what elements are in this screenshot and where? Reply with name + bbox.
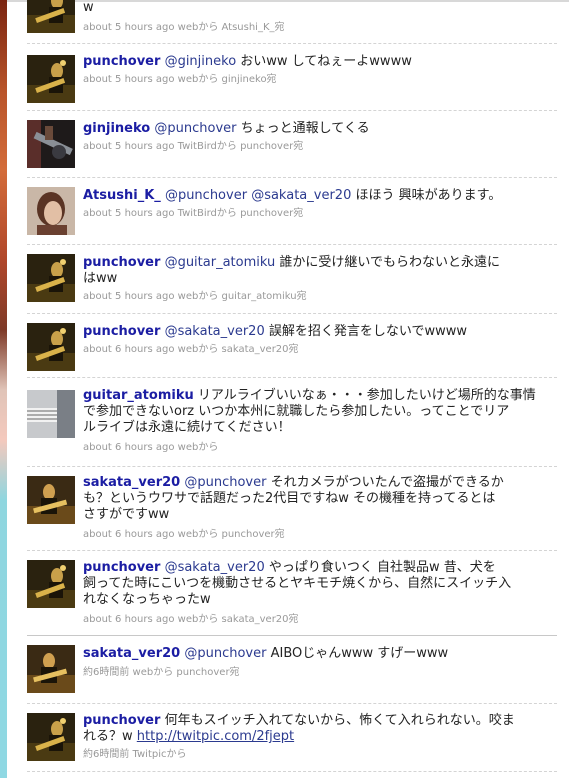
tweet-body: Atsushi_K_ @punchover @sakata_ver20 ほほう … bbox=[83, 188, 545, 204]
tweet-text: ほほう 興味があります。 bbox=[355, 188, 502, 203]
username-link[interactable]: ginjineko bbox=[83, 121, 150, 136]
guitarist-avatar-icon[interactable] bbox=[27, 476, 75, 524]
tweet-text: 誰かに受け継いでもらわないと永遠に bbox=[279, 255, 500, 270]
username-link[interactable]: punchover bbox=[83, 560, 160, 575]
tweet-text: で参加できないorz いつか本州に就職したら参加したい。ってことでリア bbox=[83, 404, 510, 419]
tweet-meta: about 6 hours ago webから punchover宛 bbox=[83, 529, 285, 540]
username-link[interactable]: Atsushi_K_ bbox=[83, 188, 161, 203]
tweet-item: punchover 何年もスイッチ入れてないから、怖くて入れられない。咬ま れる… bbox=[27, 703, 557, 772]
tweet-body: punchover @sakata_ver20 やっぱり食いつく 自社製品w 昔… bbox=[83, 560, 545, 608]
tweet-meta: about 5 hours ago webから ginjineko宛 bbox=[83, 74, 277, 85]
mention-link[interactable]: @punchover bbox=[184, 475, 266, 490]
mention-link[interactable]: @sakata_ver20 bbox=[165, 324, 265, 339]
guitar-closeup-avatar-icon[interactable] bbox=[27, 390, 75, 438]
tweet-body: punchover @guitar_atomiku 誰かに受け継いでもらわないと… bbox=[83, 255, 545, 287]
mention-link[interactable]: @punchover bbox=[184, 646, 266, 661]
mention-link[interactable]: @punchover bbox=[154, 121, 236, 136]
tweet-item: sakata_ver20 @punchover それカメラがついたんで盗撮ができ… bbox=[27, 466, 557, 551]
tweet-text: も？というウワサで話題だった2代目ですねw その機種を持ってるとは bbox=[83, 491, 496, 506]
tweet-item: punchover @guitar_atomiku 誰かに受け継いでもらわないと… bbox=[27, 244, 557, 314]
mention-link[interactable]: @sakata_ver20 bbox=[251, 188, 351, 203]
tweet-meta: about 6 hours ago webから sakata_ver20宛 bbox=[83, 344, 299, 355]
tweet-body: punchover @sakata_ver20 誤解を招く発言をしないでwwww bbox=[83, 324, 545, 340]
tweet-item: Atsushi_K_ @punchover @sakata_ver20 ほほう … bbox=[27, 177, 557, 245]
tweet-item: punchover @sakata_ver20 やっぱり食いつく 自社製品w 昔… bbox=[27, 550, 557, 636]
username-link[interactable]: punchover bbox=[83, 54, 160, 69]
username-link[interactable]: sakata_ver20 bbox=[83, 475, 180, 490]
tweet-body: sakata_ver20 @punchover それカメラがついたんで盗撮ができ… bbox=[83, 475, 545, 523]
tweet-text: れなくなっちゃったw bbox=[83, 592, 211, 607]
username-link[interactable]: punchover bbox=[83, 713, 160, 728]
mention-link[interactable]: @sakata_ver20 bbox=[165, 560, 265, 575]
mention-link[interactable]: @punchover bbox=[165, 188, 247, 203]
guitarist-avatar-icon[interactable] bbox=[27, 323, 75, 371]
username-link[interactable]: punchover bbox=[83, 324, 160, 339]
guitarist-avatar-icon[interactable] bbox=[27, 560, 75, 608]
tweet-meta: about 6 hours ago webから bbox=[83, 442, 219, 453]
guitarist-avatar-icon[interactable] bbox=[27, 254, 75, 302]
tweet-meta: about 5 hours ago TwitBirdから punchover宛 bbox=[83, 208, 304, 219]
woman-avatar-icon[interactable] bbox=[27, 187, 75, 235]
tweet-item: punchover @sakata_ver20 誤解を招く発言をしないでwwww… bbox=[27, 313, 557, 378]
tweet-meta: 約6時間前 Twitpicから bbox=[83, 749, 187, 760]
tweet-body: guitar_atomiku リアルライブいいなぁ・・・参加したいけど場所的な事… bbox=[83, 388, 545, 436]
tweet-text: それカメラがついたんで盗撮ができるか bbox=[270, 475, 504, 490]
tweet-text: おいww してねぇーよwwww bbox=[240, 54, 412, 69]
tweet-body: sakata_ver20 @punchover AIBOじゃんwww すげーww… bbox=[83, 646, 545, 662]
twitpic-link[interactable]: http://twitpic.com/2fjept bbox=[137, 729, 294, 744]
tweet-item: sakata_ver20 @punchover AIBOじゃんwww すげーww… bbox=[27, 635, 557, 704]
tweet-text: さすがですww bbox=[83, 507, 170, 522]
tweet-text: はww bbox=[83, 271, 118, 286]
tweet-text: れる？w bbox=[83, 729, 133, 744]
tweet-text: ルライブは永遠に続けてください！ bbox=[83, 420, 291, 435]
tweet-text: AIBOじゃんwww すげーwww bbox=[270, 646, 449, 661]
tweet-text: 誤解を招く発言をしないでwwww bbox=[268, 324, 467, 339]
tweet-text: リアルライブいいなぁ・・・参加したいけど場所的な事情 bbox=[197, 388, 536, 403]
tweet-text: 飼ってた時にこいつを機動させるとヤキモチ焼くから、自然にスイッチ入 bbox=[83, 576, 512, 591]
tweet-body: ginjineko @punchover ちょっと通報してくる bbox=[83, 121, 545, 137]
tweet-text: w bbox=[83, 0, 94, 15]
tweet-meta: about 5 hours ago webから guitar_atomiku宛 bbox=[83, 291, 307, 302]
tweet-item: w about 5 hours ago webから Atsushi_K_宛 bbox=[27, 0, 557, 44]
tweet-text: 何年もスイッチ入れてないから、怖くて入れられない。咬ま bbox=[164, 713, 515, 728]
mention-link[interactable]: @ginjineko bbox=[165, 54, 237, 69]
tweet-body: punchover @ginjineko おいww してねぇーよwwww bbox=[83, 54, 545, 70]
tweet-body: punchover 何年もスイッチ入れてないから、怖くて入れられない。咬ま れる… bbox=[83, 713, 545, 745]
guitarist-avatar-icon[interactable] bbox=[27, 645, 75, 693]
tweet-meta: 約6時間前 webから punchover宛 bbox=[83, 667, 240, 678]
guitarist-avatar-icon[interactable] bbox=[27, 55, 75, 103]
tweet-meta: about 5 hours ago TwitBirdから punchover宛 bbox=[83, 141, 304, 152]
mention-link[interactable]: @guitar_atomiku bbox=[165, 255, 276, 270]
tweet-item: guitar_atomiku リアルライブいいなぁ・・・参加したいけど場所的な事… bbox=[27, 377, 557, 467]
tweet-body: w bbox=[83, 0, 545, 16]
tweet-text: ちょっと通報してくる bbox=[240, 121, 370, 136]
tweet-meta: about 5 hours ago webから Atsushi_K_宛 bbox=[83, 22, 285, 33]
username-link[interactable]: sakata_ver20 bbox=[83, 646, 180, 661]
tweet-item: ginjineko @punchover ちょっと通報してくる about 5 … bbox=[27, 110, 557, 178]
guitarist-avatar-icon[interactable] bbox=[27, 713, 75, 761]
tweet-text: やっぱり食いつく 自社製品w 昔、犬を bbox=[268, 560, 496, 575]
guitar-avatar-icon[interactable] bbox=[27, 120, 75, 168]
tweet-item: punchover @ginjineko おいww してねぇーよwwww abo… bbox=[27, 43, 557, 111]
guitarist-avatar-icon[interactable] bbox=[27, 0, 75, 33]
tweet-timeline: w about 5 hours ago webから Atsushi_K_宛 pu… bbox=[7, 0, 569, 778]
tweet-meta: about 6 hours ago webから sakata_ver20宛 bbox=[83, 614, 299, 625]
username-link[interactable]: guitar_atomiku bbox=[83, 388, 194, 403]
username-link[interactable]: punchover bbox=[83, 255, 160, 270]
background-strip bbox=[0, 0, 7, 778]
